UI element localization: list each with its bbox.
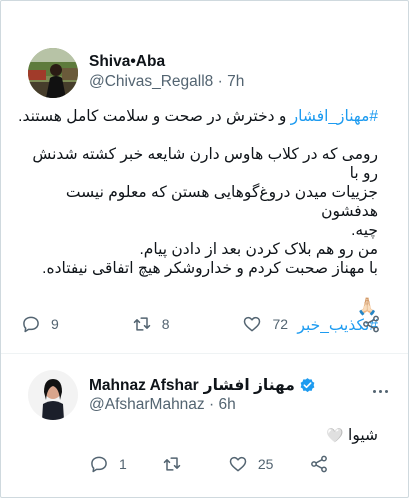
heart-icon [229, 456, 247, 472]
tweet-time[interactable]: 7h [227, 73, 244, 90]
avatar-shiva[interactable] [28, 48, 78, 98]
like-button[interactable]: 72 [242, 314, 288, 334]
retweet-button[interactable]: 8 [132, 314, 170, 334]
like-count: 25 [257, 456, 274, 472]
author-name[interactable]: Shiva•Aba [89, 53, 165, 71]
tweet-shiva[interactable]: Shiva•Aba @Chivas_Regall8 · 7h #مهناز_اف… [1, 1, 408, 353]
tweet-text-line: با مهناز صحبت کردم و خداروشکر هیچ اتفاقی… [42, 260, 378, 277]
like-count: 72 [272, 316, 289, 332]
retweet-icon [164, 457, 181, 471]
share-icon [311, 455, 327, 473]
reply-count: 1 [119, 456, 127, 472]
share-icon [363, 315, 379, 333]
reply-button[interactable]: 1 [89, 454, 127, 474]
tweet-text: شیوا [348, 427, 378, 444]
more-options-icon [372, 389, 376, 393]
tweet-actions: 1 25 [89, 454, 339, 474]
tweet-mahnaz[interactable]: Mahnaz Afshar مهناز افشار @AfsharMahnaz … [1, 353, 408, 497]
retweet-count: 8 [161, 316, 170, 332]
tweet-thread-frame: Shiva•Aba @Chivas_Regall8 · 7h #مهناز_اف… [0, 0, 409, 498]
avatar-mahnaz-image [28, 370, 78, 420]
tweet-time[interactable]: 6h [218, 396, 235, 413]
share-button[interactable] [309, 454, 339, 474]
tweet-text-line: من رو هم بلاک کردن بعد از دادن پیام. [139, 241, 379, 258]
author-handle[interactable]: @Chivas_Regall8 [89, 73, 213, 90]
heart-icon [244, 316, 261, 332]
author-name-fa[interactable]: مهناز افشار [204, 376, 295, 395]
avatar-shiva-image [28, 48, 78, 98]
tweet-text-line: رومی که در کلاب هاوس دارن شایعه خبر کشته… [32, 146, 378, 182]
tweet-text-segment: و دخترش در صحت و سلامت کامل هستند. [18, 108, 291, 125]
tweet-text-line: چیه. [351, 222, 378, 239]
hashtag-link[interactable]: #مهناز_افشار [291, 108, 378, 125]
emoji-heart: 🤍 [326, 427, 344, 443]
avatar-mahnaz[interactable] [28, 370, 78, 420]
tweet-text-line: جزییات میدن دروغ‌گوهایی هستن که معلوم نی… [65, 184, 378, 220]
retweet-button[interactable] [162, 454, 192, 474]
retweet-icon [133, 317, 150, 331]
more-options-button[interactable] [368, 382, 392, 400]
reply-icon [23, 316, 39, 333]
like-button[interactable]: 25 [228, 454, 274, 474]
author-name-en[interactable]: Mahnaz Afshar [89, 377, 199, 395]
tweet-actions: 9 8 72 [21, 314, 391, 334]
tweet-body: شیوا 🤍 [18, 426, 378, 445]
reply-count: 9 [51, 316, 59, 332]
share-button[interactable] [361, 314, 391, 334]
reply-button[interactable]: 9 [21, 314, 59, 334]
tweet-body: #مهناز_افشار و دخترش در صحت و سلامت کامل… [18, 107, 378, 335]
reply-icon [91, 456, 107, 473]
verified-badge-icon [300, 378, 315, 393]
author-handle[interactable]: @AfsharMahnaz [89, 396, 205, 413]
separator-dot: · [217, 73, 228, 90]
